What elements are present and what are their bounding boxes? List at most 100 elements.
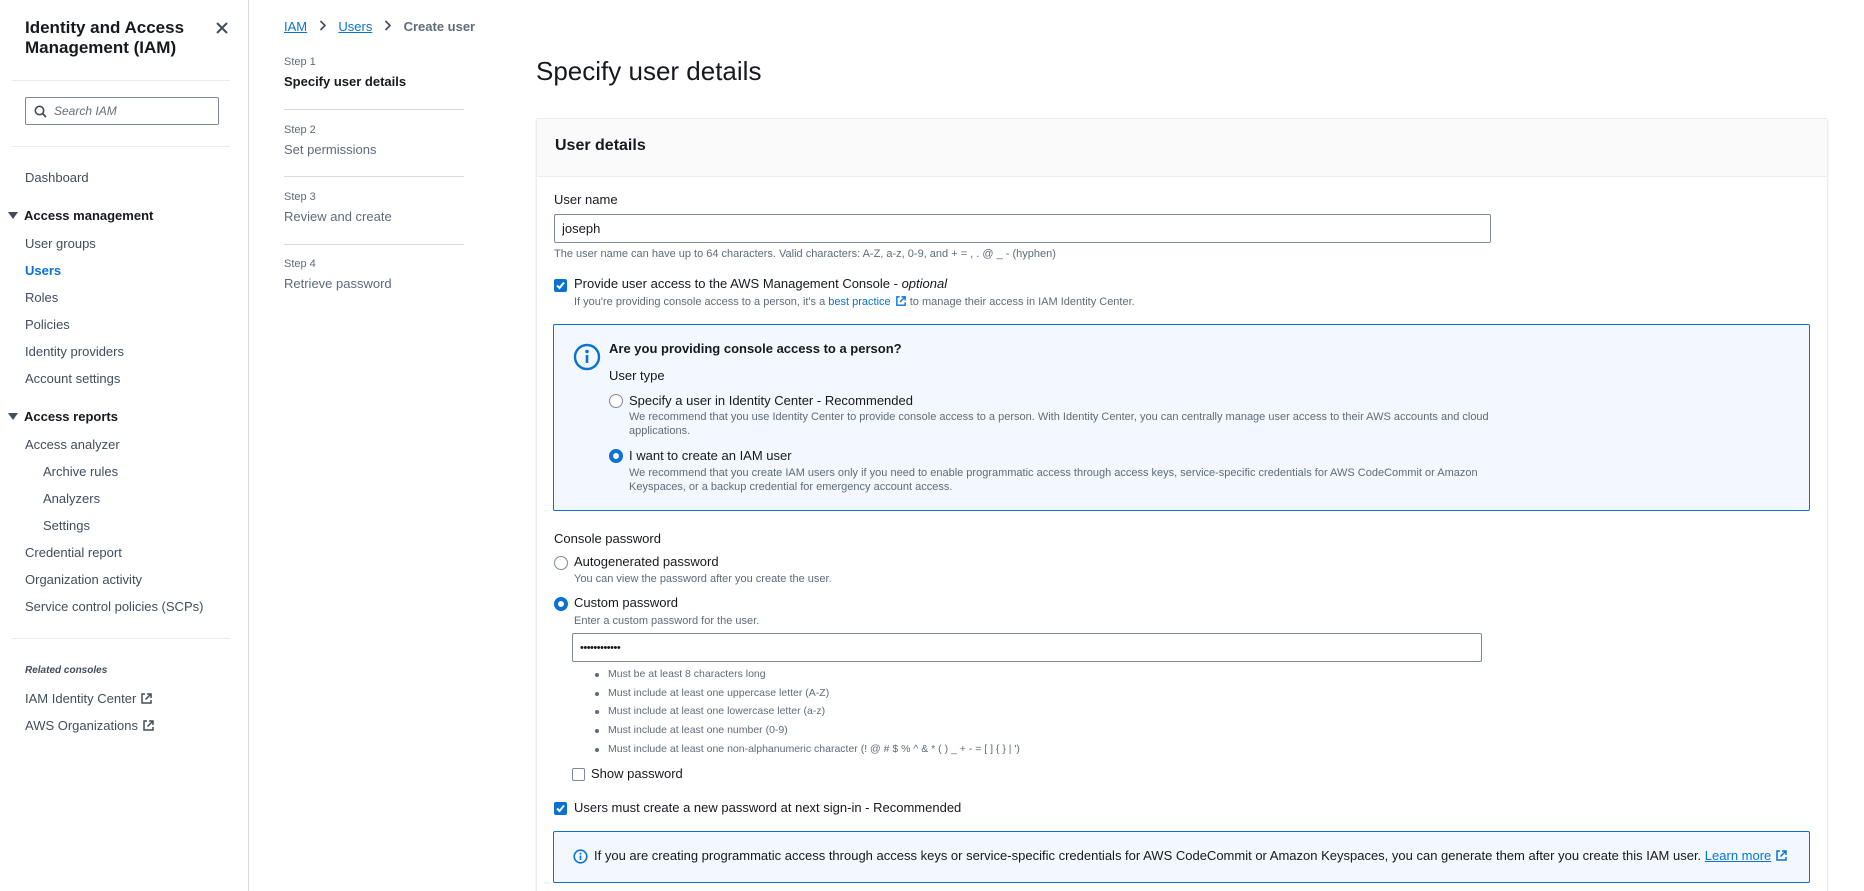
identity-center-option-desc: We recommend that you use Identity Cente… bbox=[629, 411, 1489, 437]
caret-down-icon bbox=[8, 212, 18, 219]
password-rule: Must include at least one non-alphanumer… bbox=[593, 743, 1020, 762]
breadcrumb-current: Create user bbox=[403, 19, 476, 34]
sidebar-item-credential-report[interactable]: Credential report bbox=[25, 545, 122, 560]
autogenerated-password-radio[interactable] bbox=[554, 556, 568, 570]
step-divider bbox=[284, 109, 464, 110]
external-link-icon bbox=[1776, 850, 1788, 861]
chevron-right-icon bbox=[319, 19, 327, 34]
search-icon bbox=[34, 105, 47, 118]
sidebar-section-access-reports[interactable]: Access reports bbox=[8, 409, 118, 424]
hint-suffix: to manage their access in IAM Identity C… bbox=[906, 296, 1135, 308]
custom-password-input[interactable] bbox=[572, 633, 1482, 662]
sidebar-item-aws-organizations[interactable]: AWS Organizations bbox=[25, 718, 155, 733]
identity-center-option-label[interactable]: Specify a user in Identity Center - Reco… bbox=[629, 393, 913, 408]
breadcrumb-users[interactable]: Users bbox=[338, 19, 372, 34]
sidebar-item-iam-identity-center[interactable]: IAM Identity Center bbox=[25, 691, 153, 706]
best-practice-hint: If you're providing console access to a … bbox=[574, 295, 1135, 308]
best-practice-link[interactable]: best practice bbox=[828, 296, 890, 308]
custom-password-label[interactable]: Custom password bbox=[574, 595, 678, 610]
step-name: Set permissions bbox=[284, 142, 377, 157]
must-reset-password-label[interactable]: Users must create a new password at next… bbox=[574, 800, 961, 815]
step-number: Step 4 bbox=[284, 258, 316, 270]
autogenerated-password-label[interactable]: Autogenerated password bbox=[574, 554, 719, 569]
info-icon bbox=[573, 343, 601, 371]
console-access-label[interactable]: Provide user access to the AWS Managemen… bbox=[574, 276, 947, 291]
chevron-right-icon bbox=[384, 19, 392, 34]
sidebar-item-account-settings[interactable]: Account settings bbox=[25, 371, 120, 386]
user-type-label: User type bbox=[609, 368, 665, 383]
username-label: User name bbox=[554, 192, 618, 207]
external-link-icon bbox=[143, 720, 154, 731]
password-rule: Must include at least one uppercase lett… bbox=[593, 687, 1020, 706]
wizard-step-3[interactable]: Step 3 Review and create bbox=[284, 191, 464, 224]
programmatic-access-info-text: If you are creating programmatic access … bbox=[594, 848, 1788, 863]
breadcrumb-iam[interactable]: IAM bbox=[284, 19, 307, 34]
page-title: Specify user details bbox=[536, 56, 762, 86]
iam-user-radio[interactable] bbox=[609, 449, 623, 463]
step-divider bbox=[284, 176, 464, 177]
sidebar-item-user-groups[interactable]: User groups bbox=[25, 236, 96, 251]
step-number: Step 2 bbox=[284, 124, 316, 136]
related-consoles-label: Related consoles bbox=[25, 665, 108, 676]
show-password-checkbox[interactable] bbox=[572, 768, 585, 781]
iam-user-option-desc: We recommend that you create IAM users o… bbox=[629, 467, 1478, 493]
password-rule: Must include at least one number (0-9) bbox=[593, 724, 1020, 743]
step-name: Specify user details bbox=[284, 74, 407, 89]
external-link-icon bbox=[895, 296, 906, 306]
step-name: Retrieve password bbox=[284, 276, 392, 291]
sidebar-item-analyzers[interactable]: Analyzers bbox=[43, 491, 100, 506]
link-label: IAM Identity Center bbox=[25, 691, 137, 706]
section-label: Access reports bbox=[24, 409, 118, 424]
password-rule: Must be at least 8 characters long bbox=[593, 668, 1020, 687]
show-password-label[interactable]: Show password bbox=[591, 766, 683, 781]
must-reset-password-checkbox[interactable] bbox=[554, 802, 567, 815]
wizard-step-2[interactable]: Step 2 Set permissions bbox=[284, 124, 464, 157]
custom-password-desc: Enter a custom password for the user. bbox=[574, 615, 760, 627]
step-number: Step 3 bbox=[284, 191, 316, 203]
username-input[interactable] bbox=[554, 214, 1491, 243]
label-text: Provide user access to the AWS Managemen… bbox=[574, 276, 902, 291]
iam-user-option-label[interactable]: I want to create an IAM user bbox=[629, 448, 792, 463]
sidebar-item-users[interactable]: Users bbox=[25, 263, 61, 278]
learn-more-link[interactable]: Learn more bbox=[1705, 848, 1771, 863]
sidebar-section-access-management[interactable]: Access management bbox=[8, 208, 153, 223]
info-box-title: Are you providing console access to a pe… bbox=[609, 341, 902, 356]
sidebar: Identity and Access Management (IAM) Das… bbox=[0, 0, 249, 891]
custom-password-radio[interactable] bbox=[554, 597, 568, 611]
identity-center-radio[interactable] bbox=[609, 394, 623, 408]
divider bbox=[12, 146, 230, 147]
sidebar-item-identity-providers[interactable]: Identity providers bbox=[25, 344, 124, 359]
wizard-step-1: Step 1 Specify user details bbox=[284, 56, 464, 89]
close-icon[interactable] bbox=[213, 19, 231, 37]
sidebar-item-dashboard[interactable]: Dashboard bbox=[25, 170, 89, 185]
check-icon bbox=[556, 804, 565, 813]
sidebar-item-policies[interactable]: Policies bbox=[25, 317, 70, 332]
sidebar-item-settings[interactable]: Settings bbox=[43, 518, 90, 533]
section-label: Access management bbox=[24, 208, 154, 223]
step-number: Step 1 bbox=[284, 56, 316, 68]
container-header: User details bbox=[537, 119, 1827, 177]
optional-text: optional bbox=[901, 276, 948, 291]
sidebar-item-scps[interactable]: Service control policies (SCPs) bbox=[25, 599, 203, 614]
caret-down-icon bbox=[8, 413, 18, 420]
search-input[interactable] bbox=[54, 101, 214, 121]
sidebar-item-organization-activity[interactable]: Organization activity bbox=[25, 572, 142, 587]
password-rule: Must include at least one lowercase lett… bbox=[593, 705, 1020, 724]
sidebar-item-roles[interactable]: Roles bbox=[25, 290, 58, 305]
step-divider bbox=[284, 244, 464, 245]
sidebar-title: Identity and Access Management (IAM) bbox=[25, 18, 185, 57]
check-icon bbox=[556, 281, 565, 290]
info-icon bbox=[573, 849, 588, 864]
sidebar-item-archive-rules[interactable]: Archive rules bbox=[43, 464, 118, 479]
divider bbox=[12, 80, 230, 81]
username-hint: The user name can have up to 64 characte… bbox=[554, 248, 1056, 260]
wizard-step-4[interactable]: Step 4 Retrieve password bbox=[284, 258, 464, 291]
sidebar-item-access-analyzer[interactable]: Access analyzer bbox=[25, 437, 120, 452]
password-rules-list: Must be at least 8 characters long Must … bbox=[593, 668, 1020, 761]
sidebar-search[interactable] bbox=[25, 97, 219, 125]
divider bbox=[12, 638, 230, 639]
autogenerated-password-desc: You can view the password after you crea… bbox=[574, 573, 832, 585]
breadcrumb: IAM Users Create user bbox=[284, 19, 475, 34]
console-access-checkbox[interactable] bbox=[554, 279, 567, 292]
step-name: Review and create bbox=[284, 209, 392, 224]
